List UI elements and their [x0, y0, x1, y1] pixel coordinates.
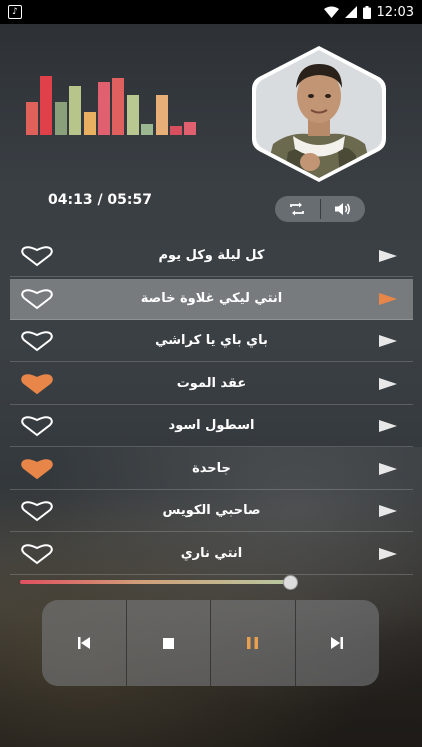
skip-previous-icon — [77, 637, 90, 649]
signal-icon — [344, 6, 357, 18]
skip-next-icon — [331, 637, 344, 649]
heart-icon[interactable] — [20, 288, 54, 310]
equalizer-bar — [126, 95, 139, 135]
play-icon[interactable] — [379, 505, 397, 517]
music-notification-icon: ♪ — [8, 5, 22, 19]
playback-time: 04:13 / 05:57 — [48, 192, 152, 208]
song-row[interactable]: كل ليلة وكل يوم — [10, 236, 413, 277]
play-icon[interactable] — [379, 335, 397, 347]
song-list: كل ليلة وكل يوم انتي ليكي غلاوة خاصة باي… — [10, 236, 413, 576]
volume-icon — [334, 203, 350, 215]
equalizer-bar — [155, 95, 168, 135]
heart-icon[interactable] — [20, 458, 54, 480]
heart-icon[interactable] — [20, 543, 54, 565]
song-title: جاحدة — [192, 460, 231, 476]
equalizer-bar — [98, 82, 110, 135]
pause-icon — [247, 637, 259, 649]
battery-icon — [362, 5, 371, 19]
song-title: باي باي يا كراشي — [155, 333, 268, 348]
equalizer-visualizer — [26, 75, 206, 135]
pause-button[interactable] — [210, 600, 295, 686]
song-title: كل ليلة وكل يوم — [158, 248, 265, 263]
equalizer-bar — [54, 102, 67, 135]
equalizer-bar — [184, 121, 197, 135]
equalizer-bar — [40, 76, 53, 135]
next-button[interactable] — [294, 600, 380, 686]
status-time: 12:03 — [376, 4, 414, 20]
heart-icon[interactable] — [20, 245, 54, 267]
volume-button[interactable] — [321, 196, 366, 222]
stop-button[interactable] — [125, 600, 211, 686]
equalizer-bar — [141, 124, 154, 135]
heart-icon[interactable] — [20, 415, 54, 437]
song-title: انتي ناري — [180, 545, 243, 561]
repeat-icon — [290, 202, 305, 216]
equalizer-bar — [83, 112, 96, 135]
song-row[interactable]: اسطول اسود — [10, 406, 413, 447]
equalizer-bar — [170, 126, 182, 135]
song-row[interactable]: صاحبي الكويس — [10, 491, 413, 532]
repeat-button[interactable] — [275, 196, 320, 222]
play-icon[interactable] — [379, 420, 397, 432]
seek-thumb[interactable] — [283, 575, 298, 590]
equalizer-bar — [69, 85, 82, 135]
song-row[interactable]: عقد الموت — [10, 364, 413, 405]
play-icon[interactable] — [379, 462, 397, 475]
playback-options — [275, 196, 365, 222]
equalizer-bar — [26, 102, 38, 135]
song-title: صاحبي الكويس — [162, 503, 261, 518]
song-title: عقد الموت — [176, 375, 247, 391]
play-icon[interactable] — [379, 377, 397, 390]
play-icon[interactable] — [379, 547, 397, 560]
play-icon[interactable] — [379, 292, 397, 305]
song-row-active[interactable]: انتي ليكي غلاوة خاصة — [10, 278, 413, 320]
status-bar: ♪ 12:03 — [0, 0, 422, 24]
previous-button[interactable] — [42, 600, 126, 686]
stop-icon — [162, 637, 174, 649]
song-title: انتي ليكي غلاوة خاصة — [140, 290, 283, 306]
artist-avatar — [248, 44, 390, 184]
wifi-icon — [323, 6, 339, 18]
song-row[interactable]: باي باي يا كراشي — [10, 321, 413, 362]
song-row[interactable]: انتي ناري — [10, 534, 413, 575]
song-title: اسطول اسود — [168, 418, 255, 433]
song-row[interactable]: جاحدة — [10, 449, 413, 490]
seek-bar[interactable] — [20, 575, 298, 590]
heart-icon[interactable] — [20, 330, 54, 352]
heart-icon[interactable] — [20, 500, 54, 522]
heart-icon[interactable] — [20, 373, 54, 395]
player-controls — [42, 600, 379, 686]
equalizer-bar — [112, 78, 125, 135]
play-icon[interactable] — [379, 250, 397, 262]
seek-track[interactable] — [20, 580, 292, 584]
